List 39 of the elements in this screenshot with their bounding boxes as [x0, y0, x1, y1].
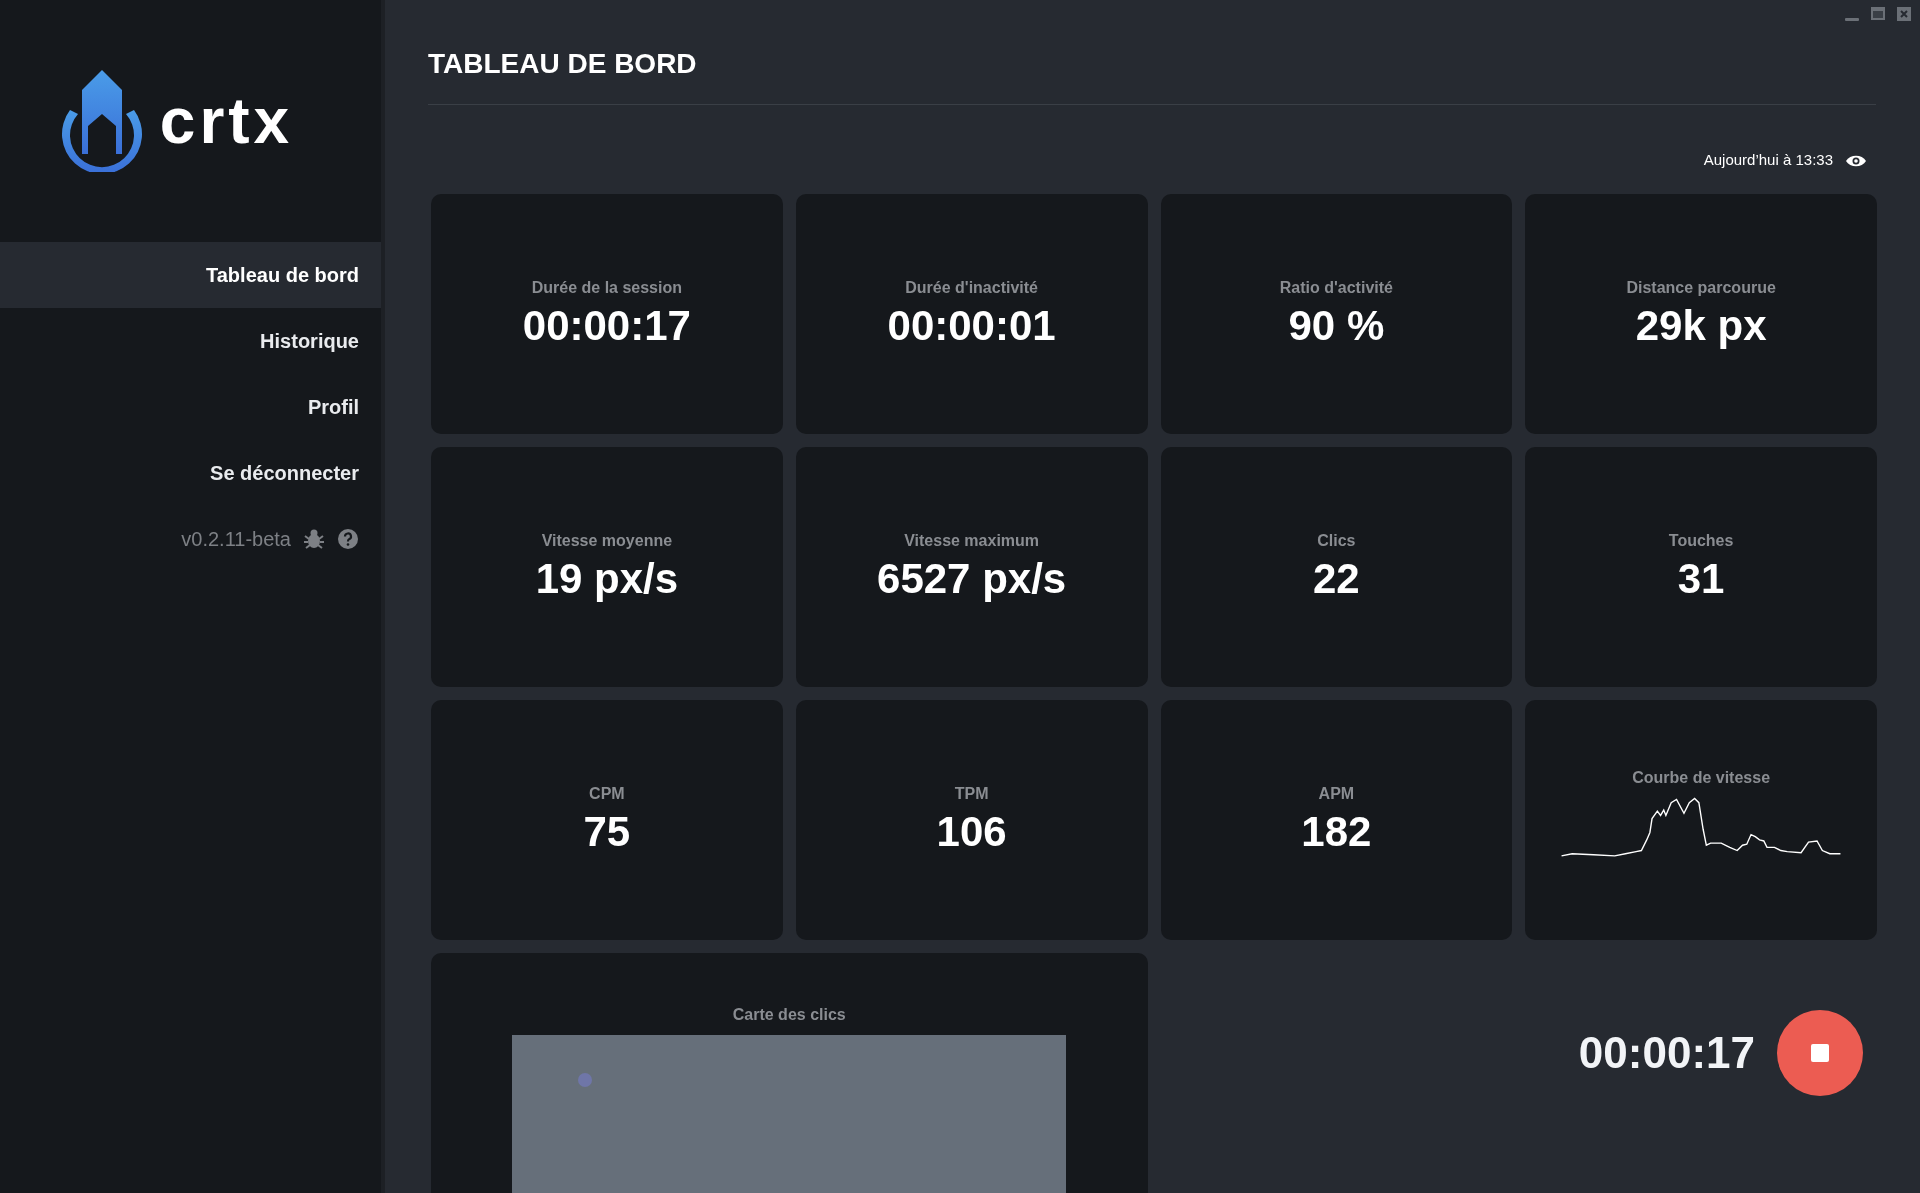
- nav-item[interactable]: Tableau de bord: [0, 242, 381, 308]
- bug-icon[interactable]: [303, 528, 325, 550]
- stop-icon: [1811, 1044, 1829, 1062]
- stat-label: Touches: [1668, 530, 1734, 551]
- stat-label: Vitesse moyenne: [541, 530, 673, 551]
- version-label: v0.2.11-beta: [181, 527, 291, 552]
- stat-value: 00:00:17: [522, 300, 691, 351]
- stat-value: 106: [936, 806, 1007, 857]
- stat-label: Durée de la session: [531, 277, 682, 298]
- stat-value: 75: [583, 806, 631, 857]
- stat-label: APM: [1318, 783, 1355, 804]
- stat-value: 19 px/s: [535, 553, 679, 604]
- logo-wordmark: crtx: [159, 89, 294, 153]
- elapsed-timer: 00:00:17: [1578, 1027, 1755, 1079]
- eye-icon[interactable]: [1845, 153, 1867, 168]
- help-icon[interactable]: [337, 528, 359, 550]
- stat-value: 31: [1677, 553, 1725, 604]
- stat-label: Durée d'inactivité: [905, 277, 1038, 298]
- stat-label: Clics: [1317, 530, 1356, 551]
- stat-value: 22: [1313, 553, 1360, 604]
- stat-label: CPM: [589, 783, 625, 804]
- timestamp: Aujourd’hui à 13:33: [1703, 150, 1833, 171]
- page-title: TABLEAU DE BORD: [428, 50, 698, 78]
- nav-item[interactable]: Se déconnecter: [0, 440, 381, 506]
- card-label: Carte des clics: [732, 1005, 846, 1025]
- stat-label: Ratio d'activité: [1279, 277, 1393, 298]
- stat-value: 6527 px/s: [877, 553, 1067, 604]
- close-icon[interactable]: [1896, 6, 1912, 22]
- stat-label: Vitesse maximum: [904, 530, 1040, 551]
- stat-value: 29k px: [1635, 300, 1767, 351]
- chart-title: Courbe de vitesse: [1632, 768, 1771, 788]
- maximize-icon[interactable]: [1870, 6, 1886, 22]
- stat-label: Distance parcourue: [1626, 277, 1776, 298]
- stat-label: TPM: [954, 783, 989, 804]
- stat-value: 00:00:01: [887, 300, 1056, 351]
- nav-item[interactable]: Profil: [0, 374, 381, 440]
- stat-value: 182: [1301, 806, 1372, 857]
- stat-value: 90 %: [1288, 300, 1385, 351]
- nav-item[interactable]: Historique: [0, 308, 381, 374]
